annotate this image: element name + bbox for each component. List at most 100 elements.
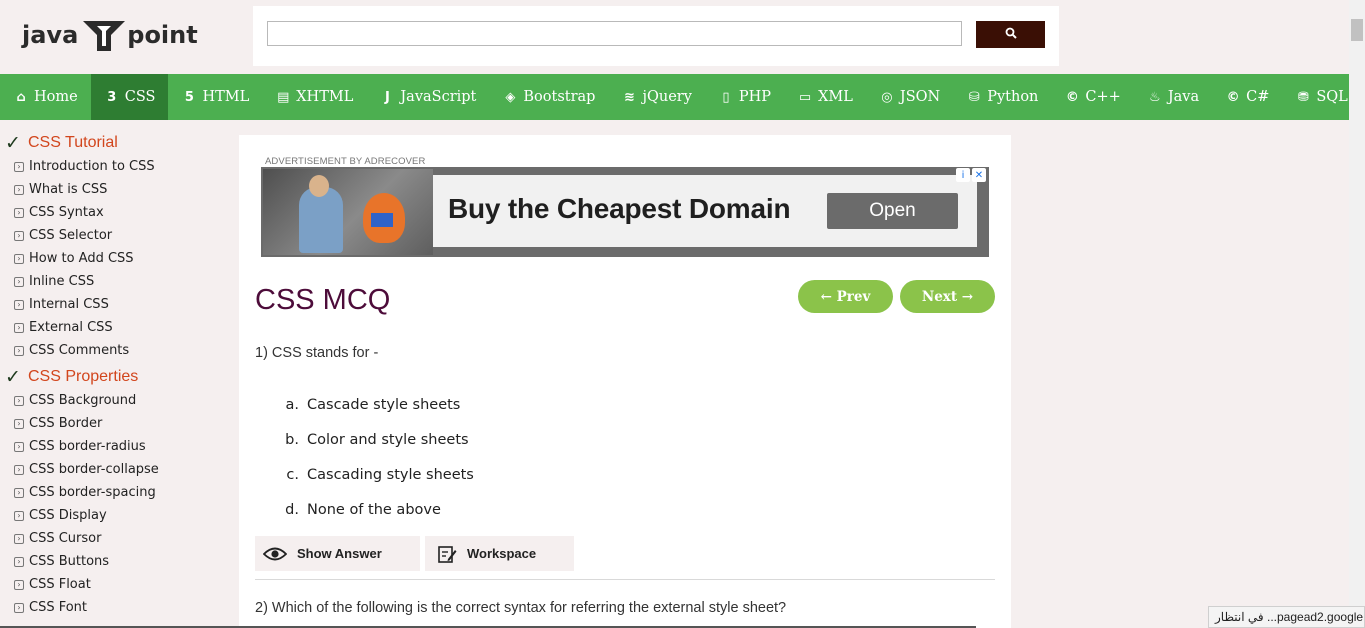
sidebar-item-css-float[interactable]: › CSS Float xyxy=(14,573,230,596)
nav-item-label: JSON xyxy=(899,89,941,105)
nav-item-json[interactable]: ◎ JSON xyxy=(866,74,953,120)
arrow-bullet-icon: › xyxy=(14,487,24,498)
sidebar-item-css-border[interactable]: › CSS Border xyxy=(14,412,230,435)
status-bar-popup: في انتظار ...pagead2.google xyxy=(1208,606,1365,628)
python-icon: ⛁ xyxy=(968,89,980,105)
sidebar-item-introduction-to-css[interactable]: › Introduction to CSS xyxy=(14,155,230,178)
sidebar-item-css-display[interactable]: › CSS Display xyxy=(14,504,230,527)
nav-item-xhtml[interactable]: ▤ XHTML xyxy=(262,74,366,120)
nav-item-label: Bootstrap xyxy=(523,89,596,105)
sidebar-item-label: CSS Comments xyxy=(29,343,130,358)
nav-item-label: CSS xyxy=(124,89,156,105)
show-answer-button[interactable]: Show Answer xyxy=(255,536,420,571)
sidebar-item-css-background[interactable]: › CSS Background xyxy=(14,389,230,412)
sidebar-section-heading[interactable]: ✓ CSS Tutorial xyxy=(5,132,230,154)
sidebar-item-inline-css[interactable]: › Inline CSS xyxy=(14,270,230,293)
nav-item-xml[interactable]: ▭ XML xyxy=(784,74,866,120)
nav-item-label: Java xyxy=(1167,89,1200,105)
nav-item-label: PHP xyxy=(738,89,772,105)
sidebar-item-label: CSS border-collapse xyxy=(29,462,159,477)
eye-icon xyxy=(263,546,287,562)
sidebar-item-label: CSS Syntax xyxy=(29,205,104,220)
search-button[interactable] xyxy=(976,21,1045,48)
workspace-label: Workspace xyxy=(467,546,537,561)
sidebar-item-label: CSS Display xyxy=(29,508,107,523)
nav-item-python[interactable]: ⛁ Python xyxy=(953,74,1051,120)
search-input[interactable] xyxy=(267,21,962,46)
nav-item-cplusplus[interactable]: © C++ xyxy=(1051,74,1133,120)
logo-text-right: point xyxy=(127,21,198,49)
nav-item-label: jQuery xyxy=(642,89,692,105)
arrow-bullet-icon: › xyxy=(14,395,24,406)
prev-button[interactable]: ← Prev xyxy=(798,280,893,313)
sidebar-item-label: CSS Border xyxy=(29,416,103,431)
arrow-bullet-icon: › xyxy=(14,418,24,429)
nav-item-html[interactable]: 5 HTML xyxy=(168,74,262,120)
nav-item-label: SQL xyxy=(1316,89,1348,105)
page-title: CSS MCQ xyxy=(255,284,391,316)
option-letter: a. xyxy=(285,396,300,413)
sidebar-item-css-font[interactable]: › CSS Font xyxy=(14,596,230,619)
option-text: Cascading style sheets xyxy=(307,466,474,483)
nav-item-php[interactable]: ▯ PHP xyxy=(705,74,784,120)
sidebar-item-label: CSS Float xyxy=(29,577,91,592)
sidebar-item-css-cursor[interactable]: › CSS Cursor xyxy=(14,527,230,550)
sidebar-section-heading[interactable]: ✓ CSS Properties xyxy=(5,366,230,388)
workspace-button[interactable]: Workspace xyxy=(425,536,574,571)
search-icon xyxy=(1005,27,1017,42)
arrow-bullet-icon: › xyxy=(14,230,24,241)
javascript-icon: J xyxy=(384,89,390,105)
arrow-bullet-icon: › xyxy=(14,345,24,356)
nav-item-label: C# xyxy=(1246,89,1270,105)
file-code-icon: ▭ xyxy=(798,89,812,105)
question-1: 1) CSS stands for - xyxy=(255,345,379,361)
nav-item-bootstrap[interactable]: ◈ Bootstrap xyxy=(489,74,608,120)
sidebar-item-css-border-collapse[interactable]: › CSS border-collapse xyxy=(14,458,230,481)
option-letter: c. xyxy=(286,466,299,483)
logo-text-left: java xyxy=(22,21,79,49)
sidebar-item-what-is-css[interactable]: › What is CSS xyxy=(14,178,230,201)
arrow-bullet-icon: › xyxy=(14,602,24,613)
nav-item-jquery[interactable]: ≋ jQuery xyxy=(608,74,704,120)
arrow-bullet-icon: › xyxy=(14,322,24,333)
nav-item-css[interactable]: 3 CSS xyxy=(90,74,169,120)
sidebar-item-how-to-add-css[interactable]: › How to Add CSS xyxy=(14,247,230,270)
sidebar-item-css-border-radius[interactable]: › CSS border-radius xyxy=(14,435,230,458)
ad-open-button[interactable]: Open xyxy=(827,193,958,229)
question-divider xyxy=(255,579,995,580)
ad-image[interactable] xyxy=(263,169,433,255)
scrollbar-thumb[interactable] xyxy=(1351,19,1363,41)
nav-item-label: XML xyxy=(818,89,853,105)
sidebar-item-css-syntax[interactable]: › CSS Syntax xyxy=(14,201,230,224)
sidebar-item-css-selector[interactable]: › CSS Selector xyxy=(14,224,230,247)
nav-item-csharp[interactable]: © C# xyxy=(1212,74,1282,120)
javatpoint-logo[interactable]: java point xyxy=(22,16,198,54)
ad-card[interactable]: Buy the Cheapest Domain Open xyxy=(433,175,977,247)
site-header: java point xyxy=(0,0,1349,74)
sidebar-item-internal-css[interactable]: › Internal CSS xyxy=(14,293,230,316)
sidebar-item-external-css[interactable]: › External CSS xyxy=(14,316,230,339)
question-2: 2) Which of the following is the correct… xyxy=(255,600,787,616)
page-scrollbar[interactable] xyxy=(1349,0,1365,628)
next-button[interactable]: Next → xyxy=(900,280,995,313)
arrow-bullet-icon: › xyxy=(14,533,24,544)
ad-headline[interactable]: Buy the Cheapest Domain xyxy=(448,193,791,225)
nav-item-label: C++ xyxy=(1085,89,1121,105)
ad-info-icon[interactable]: i xyxy=(956,168,970,182)
logo-t-icon xyxy=(81,17,127,53)
nav-item-java[interactable]: ♨ Java xyxy=(1134,74,1212,120)
arrow-bullet-icon: › xyxy=(14,441,24,452)
arrow-bullet-icon: › xyxy=(14,579,24,590)
sidebar-item-label: CSS Font xyxy=(29,600,88,615)
ad-banner[interactable]: Buy the Cheapest Domain Open i ✕ xyxy=(261,167,989,257)
sidebar-item-css-border-spacing[interactable]: › CSS border-spacing xyxy=(14,481,230,504)
main-navbar: ⌂ Home 3 CSS 5 HTML ▤ XHTML J JavaScript ◈ Bootstra… xyxy=(0,74,1349,120)
nav-item-home[interactable]: ⌂ Home xyxy=(0,74,91,120)
document-icon: ▤ xyxy=(277,89,290,105)
nav-item-javascript[interactable]: J JavaScript xyxy=(366,74,489,120)
sidebar-item-css-comments[interactable]: › CSS Comments xyxy=(14,339,230,362)
ad-choices: i ✕ xyxy=(956,168,986,182)
ad-close-icon[interactable]: ✕ xyxy=(972,168,986,182)
sidebar-item-css-buttons[interactable]: › CSS Buttons xyxy=(14,550,230,573)
sidebar: ✓ CSS Tutorial › Introduction to CSS › What i… xyxy=(0,120,230,628)
